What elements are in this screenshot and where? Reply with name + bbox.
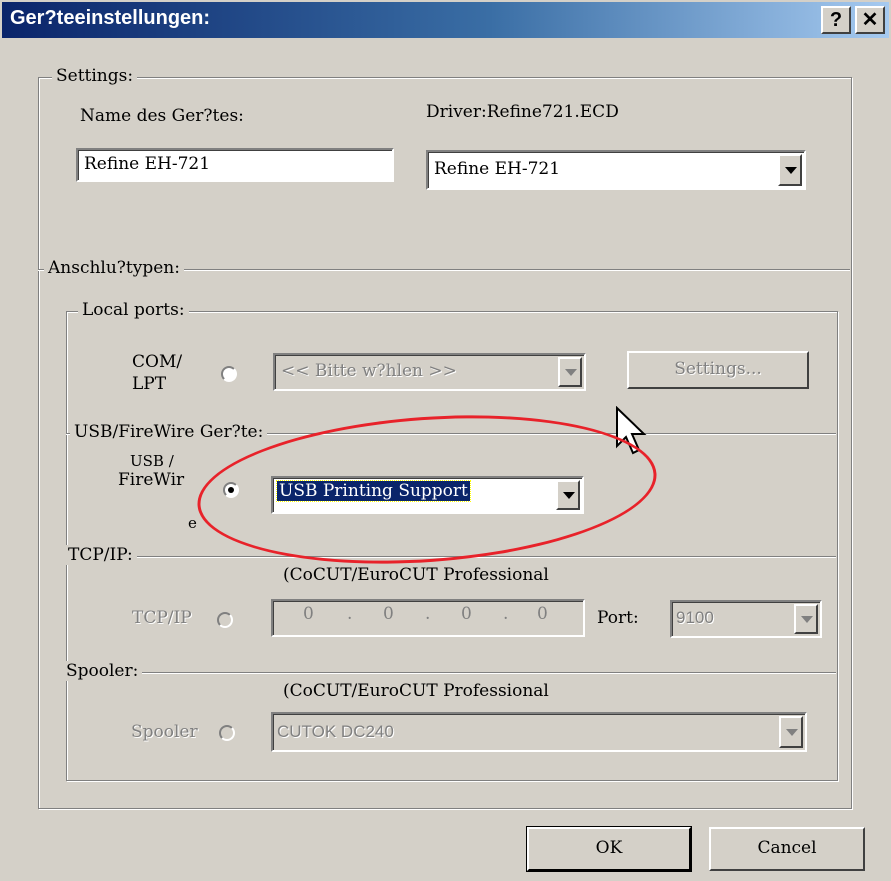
spooler-divider	[66, 672, 836, 674]
usb-legend: USB/FireWire Ger?te:	[70, 422, 268, 442]
com-lpt-label-line2: LPT	[132, 374, 167, 394]
driver-dropdown-arrow-icon[interactable]	[778, 154, 802, 186]
port-dropdown-arrow-icon[interactable]	[558, 357, 582, 387]
port-label: Port:	[597, 608, 639, 628]
ip-octet-3: 0	[461, 604, 472, 624]
ok-button[interactable]: OK	[527, 827, 691, 871]
device-name-label: Name des Ger?tes:	[80, 106, 244, 126]
title-bar: Ger?teeinstellungen: ? ✕	[2, 2, 889, 38]
spooler-printer-value: CUTOK DC240	[277, 722, 394, 741]
port-select-value: << Bitte w?hlen >>	[281, 361, 457, 381]
spooler-note: (CoCUT/EuroCUT Professional	[283, 681, 549, 701]
ip-address-input[interactable]: 0 . 0 . 0 . 0	[271, 599, 585, 637]
port-select[interactable]: << Bitte w?hlen >>	[273, 353, 586, 391]
spooler-radio-label: Spooler	[131, 722, 198, 742]
settings-legend: Settings:	[52, 66, 138, 86]
close-button[interactable]: ✕	[855, 6, 885, 34]
port-settings-label: Settings...	[674, 359, 762, 379]
ip-dot-2: .	[425, 604, 431, 624]
tcpip-note: (CoCUT/EuroCUT Professional	[283, 565, 549, 585]
tcp-port-value: 9100	[676, 608, 714, 627]
window-title: Ger?teeinstellungen:	[10, 7, 211, 29]
usb-label-line2: FireWir	[118, 470, 185, 490]
port-settings-button[interactable]: Settings...	[627, 351, 809, 389]
driver-select[interactable]: Refine EH-721	[426, 150, 806, 190]
spooler-dropdown-arrow-icon[interactable]	[779, 716, 803, 748]
local-ports-legend: Local ports:	[78, 300, 189, 320]
ip-octet-4: 0	[537, 604, 548, 624]
help-button[interactable]: ?	[821, 6, 851, 34]
usb-label-line3: e	[188, 514, 197, 532]
device-name-value: Refine EH-721	[84, 154, 211, 174]
device-settings-dialog: Ger?teeinstellungen: ? ✕ Settings: Name …	[0, 0, 891, 881]
ip-dot-1: .	[347, 604, 353, 624]
ip-dot-3: .	[503, 604, 509, 624]
cancel-button[interactable]: Cancel	[709, 827, 865, 871]
ip-octet-2: 0	[383, 604, 394, 624]
spooler-legend: Spooler:	[62, 661, 143, 681]
spooler-radio[interactable]	[219, 725, 235, 741]
device-name-input[interactable]: Refine EH-721	[76, 148, 394, 182]
connection-legend: Anschlu?typen:	[44, 258, 184, 278]
tcp-port-select[interactable]: 9100	[670, 600, 822, 638]
driver-label: Driver:Refine721.ECD	[426, 102, 619, 122]
spooler-printer-select[interactable]: CUTOK DC240	[271, 712, 807, 752]
driver-select-value: Refine EH-721	[434, 159, 561, 179]
tcpip-radio-label: TCP/IP	[132, 608, 192, 628]
ip-octet-1: 0	[303, 604, 314, 624]
tcpip-legend: TCP/IP:	[64, 545, 137, 565]
com-lpt-radio[interactable]	[221, 366, 237, 382]
tcpip-radio[interactable]	[217, 612, 233, 628]
com-lpt-label-line1: COM/	[132, 352, 183, 372]
tcp-port-dropdown-arrow-icon[interactable]	[794, 604, 818, 634]
usb-label-line1: USB /	[130, 452, 174, 470]
